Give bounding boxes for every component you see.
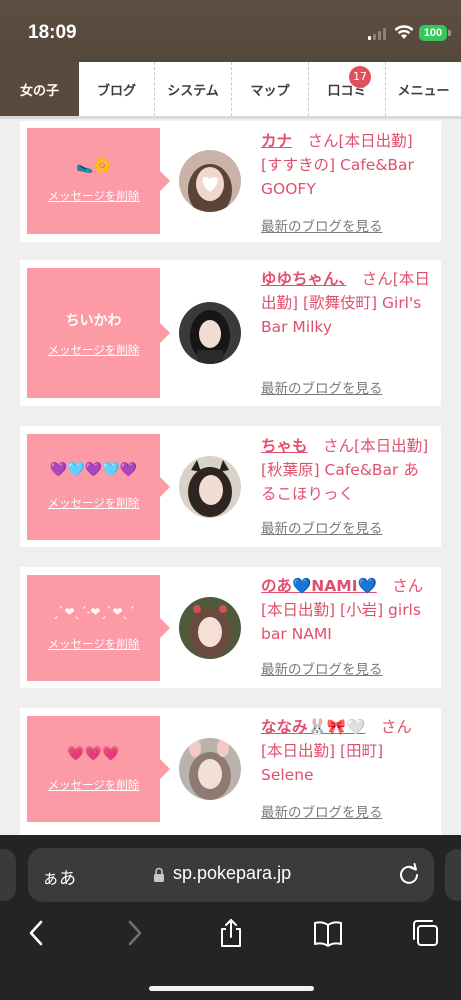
- list-item: 💗💗💗 メッセージを削除 ななみ🐰🎀🤍 さん [本日出勤] [田町] Selene…: [20, 708, 441, 835]
- tab-reviews[interactable]: 口コミ 17: [309, 62, 386, 116]
- honorific: さん: [380, 718, 412, 736]
- girl-info: ゆゆちゃん、 さん[本日出勤] [歌舞伎町] Girl's Bar Milky: [261, 267, 433, 339]
- message-bubble: 💗💗💗 メッセージを削除: [27, 716, 170, 822]
- list-item: 🥿🌼 メッセージを削除 カナ さん[本日出勤] [すすきの] Cafe&Bar …: [20, 121, 441, 242]
- tab-label: マップ: [250, 83, 290, 99]
- avatar[interactable]: [179, 597, 241, 659]
- status-time: 18:09: [28, 22, 77, 43]
- wifi-icon: [394, 25, 414, 39]
- delete-message-link[interactable]: メッセージを削除: [27, 188, 160, 204]
- next-tab-preview[interactable]: [445, 849, 461, 901]
- tab-label: ブログ: [96, 83, 136, 99]
- avatar[interactable]: [179, 302, 241, 364]
- girl-name-link[interactable]: ななみ🐰🎀🤍: [261, 718, 365, 736]
- address-bar[interactable]: ぁあ sp.pokepara.jp: [28, 848, 434, 902]
- girl-info: のあ💙NAMI💙 さん [本日出勤] [小岩] girls bar NAMI: [261, 574, 433, 646]
- message-text: ちいかわ: [65, 313, 122, 329]
- girl-info: ちゃも さん[本日出勤] [秋葉原] Cafe&Bar あるこほりっく: [261, 434, 433, 506]
- girl-info: カナ さん[本日出勤] [すすきの] Cafe&Bar GOOFY: [261, 129, 433, 201]
- latest-blog-link[interactable]: 最新のブログを見る: [261, 377, 383, 397]
- latest-blog-link[interactable]: 最新のブログを見る: [261, 215, 383, 235]
- status-bar: 18:09 100: [0, 0, 461, 62]
- message-text: 💜🩵💜🩵💜: [49, 462, 138, 478]
- list-item: ˏˋ❤︎ˎˊ˗❤︎ˏˋ❤︎ˎˊ メッセージを削除 のあ💙NAMI💙 さん [本日出…: [20, 567, 441, 688]
- message-bubble: 🥿🌼 メッセージを削除: [27, 128, 170, 234]
- tab-girls[interactable]: 女の子: [0, 62, 79, 116]
- message-bubble: ちいかわ メッセージを削除: [27, 268, 170, 398]
- tab-map[interactable]: マップ: [232, 62, 309, 116]
- delete-message-link[interactable]: メッセージを削除: [27, 636, 160, 652]
- girl-name-link[interactable]: ゆゆちゃん、: [261, 270, 346, 288]
- reviews-count-badge: 17: [349, 66, 371, 88]
- latest-blog-link[interactable]: 最新のブログを見る: [261, 801, 383, 821]
- forward-arrow-icon[interactable]: [120, 918, 150, 948]
- latest-blog-link[interactable]: 最新のブログを見る: [261, 658, 383, 678]
- message-text: 🥿🌼: [76, 158, 111, 174]
- tabs-icon[interactable]: [410, 918, 440, 948]
- message-bubble: ˏˋ❤︎ˎˊ˗❤︎ˏˋ❤︎ˎˊ メッセージを削除: [27, 575, 170, 681]
- previous-tab-preview[interactable]: [0, 849, 16, 901]
- message-bubble: 💜🩵💜🩵💜 メッセージを削除: [27, 434, 170, 540]
- cellular-signal-icon: [368, 28, 386, 40]
- avatar[interactable]: [179, 738, 241, 800]
- share-icon[interactable]: [216, 918, 246, 948]
- nav-tabs: 女の子 ブログ システム マップ 口コミ 17 メニュー: [0, 62, 461, 116]
- tab-blog[interactable]: ブログ: [79, 62, 155, 116]
- lock-icon: [154, 867, 164, 882]
- reload-icon[interactable]: [398, 863, 420, 885]
- tab-menu[interactable]: メニュー: [386, 62, 461, 116]
- honorific: さん: [392, 577, 424, 595]
- avatar[interactable]: [179, 456, 241, 518]
- battery-nub: [448, 30, 451, 36]
- girl-name-link[interactable]: のあ💙NAMI💙: [261, 577, 377, 595]
- back-arrow-icon[interactable]: [21, 918, 51, 948]
- list-item: ちいかわ メッセージを削除 ゆゆちゃん、 さん[本日出勤] [歌舞伎町] Gir…: [20, 260, 441, 406]
- girl-name-link[interactable]: ちゃも: [261, 437, 308, 455]
- girl-shop-detail: [本日出勤] [小岩] girls bar NAMI: [261, 601, 421, 643]
- message-text: 💗💗💗: [67, 746, 120, 762]
- tab-label: システム: [167, 83, 219, 99]
- girl-info: ななみ🐰🎀🤍 さん [本日出勤] [田町] Selene: [261, 715, 433, 787]
- page-settings-button[interactable]: ぁあ: [42, 864, 76, 889]
- home-indicator: [149, 986, 314, 991]
- tab-label: メニュー: [397, 83, 450, 99]
- browser-toolbar: ぁあ sp.pokepara.jp: [0, 835, 461, 1000]
- honorific: さん: [323, 437, 355, 455]
- list-item: 💜🩵💜🩵💜 メッセージを削除 ちゃも さん[本日出勤] [秋葉原] Cafe&B…: [20, 426, 441, 547]
- avatar[interactable]: [179, 150, 241, 212]
- honorific: さん: [307, 132, 339, 150]
- tab-label: 女の子: [19, 83, 59, 99]
- message-text: ˏˋ❤︎ˎˊ˗❤︎ˏˋ❤︎ˎˊ: [52, 605, 135, 619]
- girl-shop-detail: [本日出勤] [田町] Selene: [261, 742, 384, 784]
- girl-name-link[interactable]: カナ: [261, 132, 292, 150]
- delete-message-link[interactable]: メッセージを削除: [27, 777, 160, 793]
- battery-icon: 100: [419, 25, 447, 41]
- latest-blog-link[interactable]: 最新のブログを見る: [261, 517, 383, 537]
- favorites-list: 🥿🌼 メッセージを削除 カナ さん[本日出勤] [すすきの] Cafe&Bar …: [0, 119, 461, 835]
- tab-system[interactable]: システム: [155, 62, 232, 116]
- delete-message-link[interactable]: メッセージを削除: [27, 495, 160, 511]
- honorific: さん: [361, 270, 393, 288]
- delete-message-link[interactable]: メッセージを削除: [27, 342, 160, 358]
- url-text: sp.pokepara.jp: [173, 863, 292, 883]
- bookmarks-icon[interactable]: [313, 918, 343, 948]
